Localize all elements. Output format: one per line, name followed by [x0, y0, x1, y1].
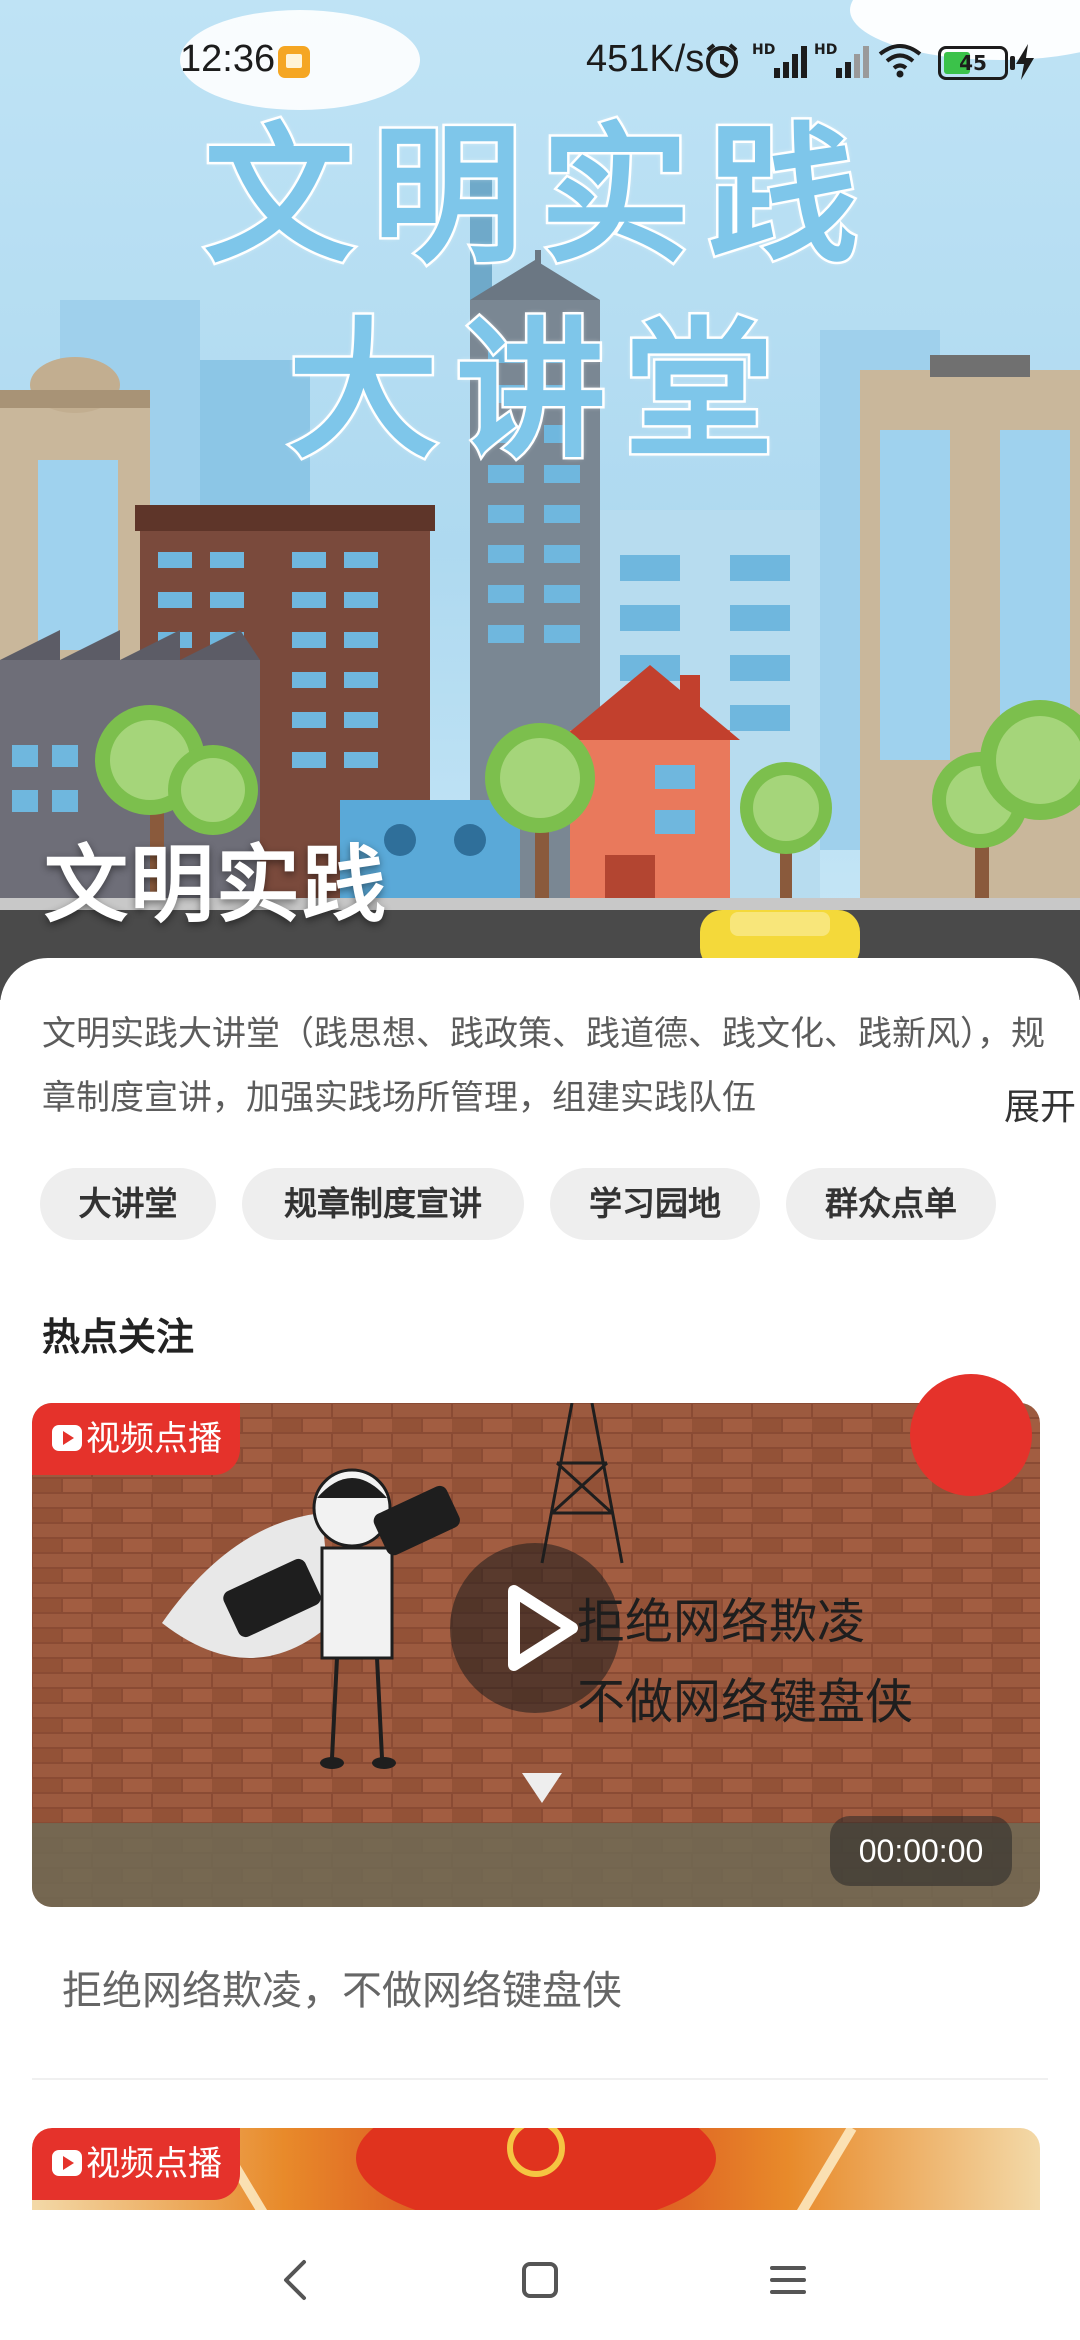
hero-title-line-2: 大讲堂 — [285, 303, 792, 482]
play-icon — [508, 1585, 578, 1671]
video-badge-label: 视频点播 — [86, 2144, 222, 2184]
video-thumbnail[interactable]: 拒绝网络欺凌 不做网络键盘侠 视频点播 00:00:00 — [32, 1403, 1040, 1907]
hd-signal-icon: HD — [814, 42, 869, 78]
status-time: 12:36 — [180, 38, 276, 80]
play-button[interactable] — [450, 1543, 620, 1713]
tag-lecture-hall[interactable]: 大讲堂 — [40, 1168, 216, 1240]
tag-learning-garden[interactable]: 学习园地 — [550, 1168, 760, 1240]
notification-icon — [278, 46, 310, 78]
home-icon[interactable] — [510, 2250, 570, 2310]
tag-public-order[interactable]: 群众点单 — [786, 1168, 996, 1240]
back-icon[interactable] — [266, 2250, 326, 2310]
expand-link[interactable]: 展开 — [1004, 1078, 1077, 1130]
tag-regulations[interactable]: 规章制度宣讲 — [242, 1168, 524, 1240]
hd-signal-icon: HD — [752, 42, 807, 78]
video-badge-label: 视频点播 — [86, 1419, 222, 1459]
menu-icon[interactable] — [758, 2250, 818, 2310]
thumbnail-caption-1: 拒绝网络欺凌 — [577, 1594, 865, 1650]
battery-icon: 45 — [938, 46, 1008, 80]
section-title: 热点关注 — [42, 1315, 195, 1359]
wifi-icon — [878, 44, 922, 78]
video-play-icon — [52, 1424, 82, 1451]
battery-level: 45 — [959, 51, 987, 75]
hero-banner: 文明实践 大讲堂 文明实践 — [0, 0, 1080, 1000]
thumbnail-caption-2: 不做网络键盘侠 — [577, 1674, 913, 1730]
system-nav-bar — [0, 2210, 1080, 2340]
floating-action-button[interactable] — [910, 1374, 1032, 1496]
content-panel: 文明实践大讲堂（践思想、践政策、践道德、践文化、践新风），规章制度宣讲，加强实践… — [0, 958, 1080, 2258]
page-title: 文明实践 — [44, 836, 389, 934]
svg-text:HD: HD — [814, 42, 837, 58]
video-duration: 00:00:00 — [830, 1816, 1012, 1886]
video-title[interactable]: 拒绝网络欺凌，不做网络键盘侠 — [62, 1958, 622, 2016]
alarm-icon — [706, 43, 738, 78]
divider — [32, 2078, 1048, 2080]
video-badge: 视频点播 — [32, 2128, 240, 2200]
charging-icon — [1016, 44, 1034, 80]
svg-text:HD: HD — [752, 42, 775, 58]
video-badge: 视频点播 — [32, 1403, 240, 1475]
status-bar: 12:36 451K/s HD HD 45 — [0, 0, 1080, 120]
network-speed: 451K/s — [586, 38, 705, 80]
description-text: 文明实践大讲堂（践思想、践政策、践道德、践文化、践新风），规章制度宣讲，加强实践… — [42, 1014, 1045, 1118]
video-play-icon — [52, 2149, 82, 2176]
